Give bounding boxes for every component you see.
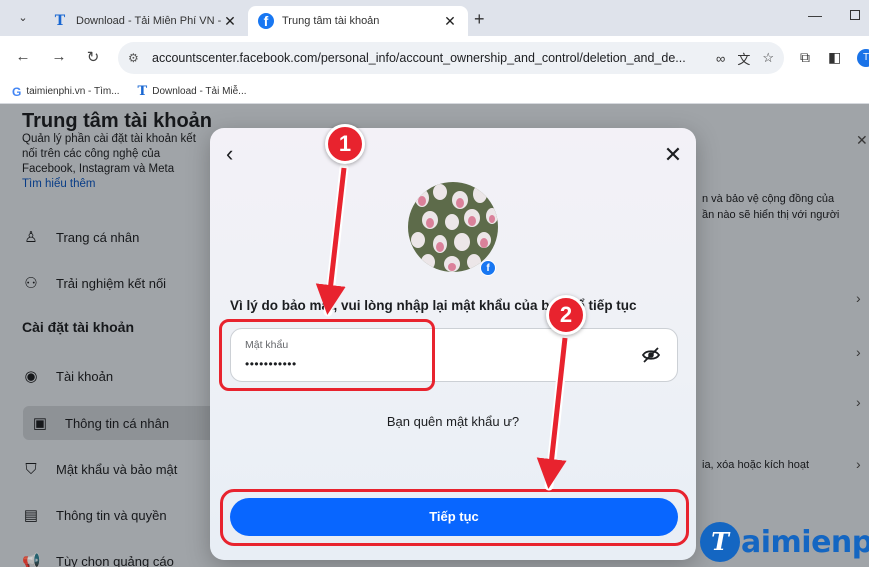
tab-title: Trung tâm tài khoản [282, 15, 380, 27]
close-icon[interactable]: ✕ [662, 144, 684, 166]
tab-search-chevron-icon[interactable]: ⌄ [14, 9, 32, 27]
avatar [408, 182, 498, 272]
bookmark-label: taimienphi.vn - Tìm... [26, 86, 120, 97]
bookmark-star-icon[interactable]: ☆ [762, 50, 774, 66]
tab-download[interactable]: T Download - Tải Miễn Phí VN - P ✕ [42, 6, 248, 36]
bookmark-label: Download - Tải Miễ... [152, 86, 247, 97]
address-bar[interactable]: ⚙ accountscenter.facebook.com/personal_i… [118, 42, 784, 74]
site-info-icon[interactable]: ⚙ [128, 51, 142, 65]
minimize-icon[interactable]: — [808, 7, 822, 23]
back-arrow-icon[interactable]: ← [14, 48, 32, 65]
close-tab-icon[interactable]: ✕ [442, 13, 458, 30]
watermark-text: aimienph [741, 524, 869, 560]
extensions-icon[interactable]: ⧉ [800, 49, 810, 66]
link-icon[interactable]: ∞ [716, 51, 725, 66]
tab-title: Download - Tải Miễn Phí VN - P [76, 15, 222, 27]
bookmarks-bar: G taimienphi.vn - Tìm... T Download - Tả… [0, 80, 869, 104]
eye-slash-icon[interactable] [641, 345, 661, 365]
facebook-favicon-icon: f [258, 13, 274, 29]
continue-highlight-box [220, 489, 689, 546]
google-favicon-icon: G [12, 84, 22, 99]
taimienphi-favicon-icon: T [137, 84, 148, 99]
tab-accounts-center[interactable]: f Trung tâm tài khoản ✕ [248, 6, 468, 36]
bookmark-item[interactable]: G taimienphi.vn - Tìm... [12, 85, 120, 99]
taimienphi-watermark: T aimienph [700, 522, 869, 562]
password-highlight-box [219, 319, 435, 391]
step-2-badge: 2 [546, 295, 586, 335]
browser-toolbar: ← → ↻ ⚙ accountscenter.facebook.com/pers… [0, 36, 869, 80]
forward-arrow-icon[interactable]: → [50, 48, 68, 65]
watermark-logo: T [700, 522, 740, 562]
bookmark-item[interactable]: T Download - Tải Miễ... [138, 84, 247, 99]
maximize-icon[interactable] [850, 10, 860, 20]
forgot-password-link[interactable]: Bạn quên mật khẩu ư? [210, 414, 696, 429]
translate-icon[interactable]: 文 [737, 49, 750, 68]
facebook-badge-icon: f [480, 260, 496, 276]
back-chevron-icon[interactable]: ‹ [226, 143, 248, 166]
tulip-photo [408, 182, 498, 272]
tab-strip: ⌄ T Download - Tải Miễn Phí VN - P ✕ f T… [0, 0, 869, 36]
new-tab-icon[interactable]: + [474, 10, 485, 28]
reload-icon[interactable]: ↻ [84, 48, 102, 66]
step-1-badge: 1 [325, 124, 365, 164]
taimienphi-favicon-icon: T [54, 13, 66, 29]
url-text: accountscenter.facebook.com/personal_inf… [152, 51, 686, 65]
side-panel-icon[interactable]: ◧ [828, 49, 841, 66]
close-tab-icon[interactable]: ✕ [222, 13, 238, 30]
profile-avatar-icon[interactable]: T [857, 49, 869, 67]
